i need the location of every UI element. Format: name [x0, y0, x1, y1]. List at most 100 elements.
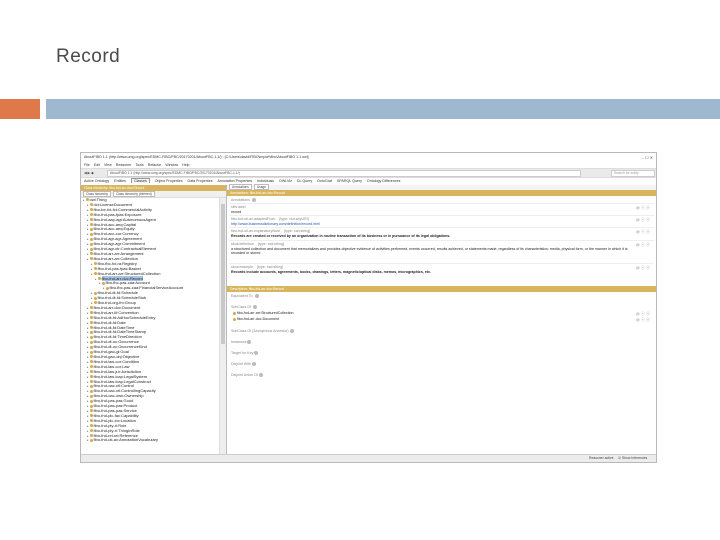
expand-toggle-icon[interactable]: ▸	[87, 340, 89, 344]
add-item-icon[interactable]	[289, 329, 294, 334]
expand-toggle-icon[interactable]: ▸	[87, 380, 89, 384]
expand-toggle-icon[interactable]: ▸	[87, 208, 89, 212]
annotation-edit-icons[interactable]: @ ⓧ ⓞ	[636, 205, 650, 211]
expand-toggle-icon[interactable]: ▸	[87, 203, 89, 207]
expand-toggle-icon[interactable]: ▸	[87, 438, 89, 442]
expand-toggle-icon[interactable]: ▸	[91, 296, 93, 300]
expand-toggle-icon[interactable]: ▸	[87, 218, 89, 222]
expand-toggle-icon[interactable]: ▸	[87, 375, 89, 379]
annotation-edit-icons[interactable]: @ ⓧ ⓞ	[636, 242, 650, 248]
expand-toggle-icon[interactable]: ▸	[87, 335, 89, 339]
workspace-tab[interactable]: Data Properties	[188, 179, 213, 183]
expand-toggle-icon[interactable]: ▸	[87, 330, 89, 334]
hierarchy-subtab[interactable]: Class hierarchy (inferred)	[112, 191, 155, 197]
ontology-address-field[interactable]: AboutFIBO 1.1 (http://www.omg.org/spec/E…	[107, 170, 581, 177]
workspace-tab[interactable]: Active Ontology	[84, 179, 109, 183]
expand-toggle-icon[interactable]: ▸	[87, 429, 89, 433]
superclass-edit-icons[interactable]: @ ⓧ ⓞ	[636, 317, 650, 323]
workspace-tab[interactable]: Ontology Differences	[367, 179, 401, 183]
expand-toggle-icon[interactable]: ▸	[83, 198, 85, 202]
window-controls[interactable]: – ☐ ✕	[642, 153, 653, 162]
superclass-item[interactable]: fibo-fnd-arr-doc:Document	[233, 317, 279, 321]
class-icon	[89, 424, 93, 428]
expand-toggle-icon[interactable]: ▸	[87, 213, 89, 217]
menu-item[interactable]: View	[104, 163, 112, 167]
menu-item[interactable]: File	[84, 163, 90, 167]
class-tree-item[interactable]: ▸ fibo-fnd-utl-av:AnnotationVocabulary	[81, 437, 219, 443]
hierarchy-subtab[interactable]: Class hierarchy	[83, 191, 111, 197]
workspace-tab[interactable]: DL Query	[297, 179, 312, 183]
workspace-tab[interactable]: Individuals	[257, 179, 274, 183]
menu-item[interactable]: Window	[165, 163, 178, 167]
entity-search-field[interactable]: Search for entity	[611, 170, 655, 177]
expand-toggle-icon[interactable]: ▸	[99, 281, 101, 285]
expand-toggle-icon[interactable]: ▸	[87, 355, 89, 359]
add-item-icon[interactable]	[251, 362, 256, 367]
workspace-tab[interactable]: Object Properties	[155, 179, 183, 183]
expand-toggle-icon[interactable]: ▸	[87, 345, 89, 349]
expand-toggle-icon[interactable]: ▸	[87, 252, 89, 256]
workspace-tab[interactable]: SPARQL Query	[337, 179, 362, 183]
expand-toggle-icon[interactable]: ▸	[87, 384, 89, 388]
expand-toggle-icon[interactable]: ▸	[87, 394, 89, 398]
menu-item[interactable]: Reasoner	[116, 163, 132, 167]
expand-toggle-icon[interactable]: ▸	[87, 257, 89, 261]
expand-toggle-icon[interactable]: ▸	[87, 223, 89, 227]
expand-toggle-icon[interactable]: ▸	[87, 350, 89, 354]
workspace-tab[interactable]: OntoGraf	[317, 179, 332, 183]
menu-item[interactable]: Edit	[94, 163, 100, 167]
expand-toggle-icon[interactable]: ▸	[87, 227, 89, 231]
annotation-edit-icons[interactable]: @ ⓧ ⓞ	[636, 229, 650, 235]
expand-toggle-icon[interactable]: ▸	[87, 370, 89, 374]
add-item-icon[interactable]	[258, 373, 263, 378]
add-annotation-icon[interactable]	[251, 198, 256, 203]
show-inferences-checkbox[interactable]: ☑ Show Inferences	[618, 455, 647, 462]
add-item-icon[interactable]	[247, 340, 252, 345]
expand-toggle-icon[interactable]: ▸	[91, 267, 93, 271]
expand-toggle-icon[interactable]: ▸	[87, 409, 89, 413]
expand-toggle-icon[interactable]: ▸	[95, 277, 97, 281]
expand-toggle-icon[interactable]: ▸	[87, 237, 89, 241]
class-icon	[89, 355, 93, 359]
tree-scrollbar[interactable]	[219, 198, 226, 462]
annotation-edit-icons[interactable]: @ ⓧ ⓞ	[636, 217, 650, 223]
expand-toggle-icon[interactable]: ▸	[87, 434, 89, 438]
workspace-tab[interactable]: Entities	[114, 179, 126, 183]
expand-toggle-icon[interactable]: ▸	[87, 321, 89, 325]
expand-toggle-icon[interactable]: ▸	[87, 389, 89, 393]
expand-toggle-icon[interactable]: ▸	[87, 242, 89, 246]
tree-scroll-thumb[interactable]	[221, 204, 225, 344]
expand-toggle-icon[interactable]: ▸	[87, 232, 89, 236]
annotation-edit-icons[interactable]: @ ⓧ ⓞ	[636, 265, 650, 271]
menu-item[interactable]: Help	[182, 163, 189, 167]
expand-toggle-icon[interactable]: ▸	[87, 404, 89, 408]
expand-toggle-icon[interactable]: ▸	[87, 306, 89, 310]
nav-buttons[interactable]: ◀ ▶ ◆	[84, 169, 94, 177]
expand-toggle-icon[interactable]: ▸	[87, 399, 89, 403]
expand-toggle-icon[interactable]: ▸	[87, 311, 89, 315]
expand-toggle-icon[interactable]: ▸	[87, 414, 89, 418]
expand-toggle-icon[interactable]: ▸	[87, 424, 89, 428]
annotation-property: fibo-fnd-utl-av:adaptedFrom [type: xsd:an…	[231, 217, 309, 221]
expand-toggle-icon[interactable]: ▸	[87, 316, 89, 320]
expand-toggle-icon[interactable]: ▸	[87, 360, 89, 364]
workspace-tab[interactable]: Classes	[130, 178, 150, 183]
menu-item[interactable]: Tools	[135, 163, 143, 167]
workspace-tab[interactable]: OWLViz	[279, 179, 292, 183]
class-icon	[89, 316, 93, 320]
add-superclass-icon[interactable]	[253, 305, 258, 310]
expand-toggle-icon[interactable]: ▸	[87, 247, 89, 251]
expand-toggle-icon[interactable]: ▸	[87, 419, 89, 423]
add-equivalent-icon[interactable]	[254, 294, 259, 299]
annotation-property-name: fibo-fnd-utl-av:explanatoryNote	[231, 229, 281, 233]
expand-toggle-icon[interactable]: ▸	[91, 301, 93, 305]
expand-toggle-icon[interactable]: ▸	[87, 326, 89, 330]
expand-toggle-icon[interactable]: ▸	[91, 272, 93, 276]
superclass-item[interactable]: fibo-fnd-arr-arr:StructuredCollection	[233, 311, 294, 315]
expand-toggle-icon[interactable]: ▸	[91, 291, 93, 295]
workspace-tab[interactable]: Annotation Properties	[218, 179, 253, 183]
expand-toggle-icon[interactable]: ▸	[87, 365, 89, 369]
expand-toggle-icon[interactable]: ▸	[91, 262, 93, 266]
add-item-icon[interactable]	[254, 351, 259, 356]
menu-item[interactable]: Refactor	[148, 163, 162, 167]
